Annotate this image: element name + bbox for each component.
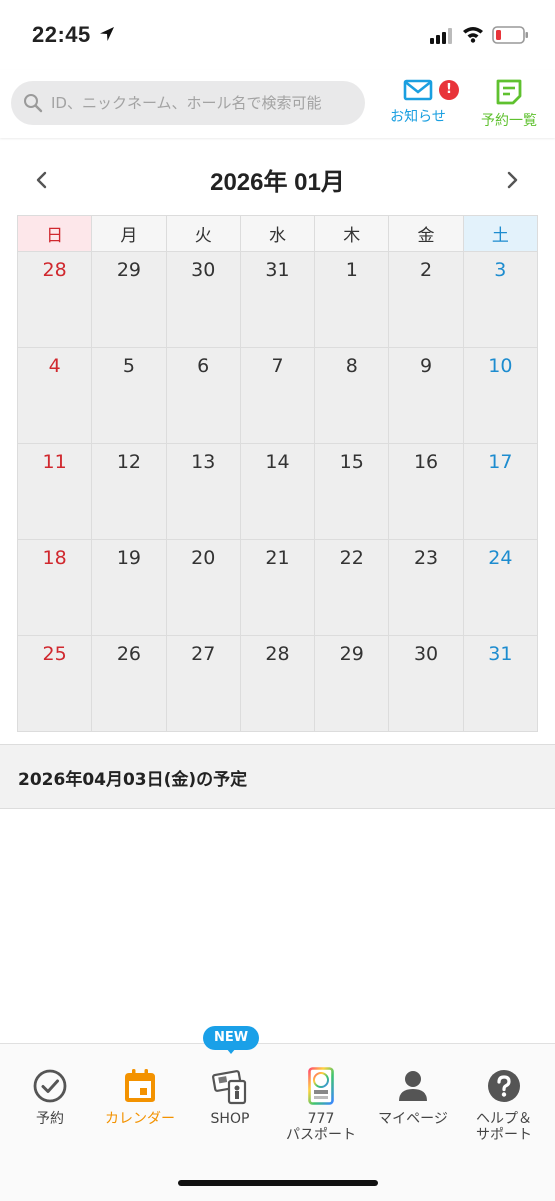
tab-passport-label-line1: 777 <box>307 1111 335 1127</box>
tab-help-label-line2: サポート <box>476 1127 532 1143</box>
reservation-list-label: 予約一覧 <box>481 113 537 129</box>
search-input[interactable] <box>51 81 356 125</box>
tab-passport[interactable]: 777 パスポート <box>275 1066 367 1143</box>
calendar-day-cell[interactable]: 29 <box>91 251 167 348</box>
calendar-day-cell[interactable]: 22 <box>314 539 390 636</box>
battery-low-icon <box>492 26 528 44</box>
tab-passport-label-line2: パスポート <box>286 1127 356 1143</box>
calendar-grid: 日 月 火 水 木 金 土 28 29 30 31 1 2 3 4 5 6 7 … <box>16 215 539 732</box>
month-title: 2026年 01月 <box>210 169 345 196</box>
weekday-friday: 金 <box>388 215 464 252</box>
next-month-chevron-icon[interactable] <box>500 168 524 192</box>
tab-reservation[interactable]: 予約 <box>4 1066 96 1127</box>
calendar-day-cell[interactable]: 6 <box>165 347 241 444</box>
calendar-week-row: 18 19 20 21 22 23 24 <box>16 539 539 636</box>
status-bar: 22:45 <box>0 0 555 70</box>
calendar-day-cell[interactable]: 26 <box>91 635 167 732</box>
wifi-icon <box>463 27 483 43</box>
calendar-day-cell[interactable]: 21 <box>239 539 316 636</box>
calendar-day-cell[interactable]: 9 <box>388 347 464 444</box>
weekday-sunday: 日 <box>16 215 93 252</box>
tab-mypage[interactable]: マイページ <box>367 1066 459 1127</box>
calendar-day-cell[interactable]: 11 <box>16 443 93 540</box>
notice-badge: ! <box>439 80 459 100</box>
weekday-monday: 月 <box>91 215 167 252</box>
calendar-day-cell[interactable]: 31 <box>462 635 539 732</box>
calendar-day-cell[interactable]: 24 <box>462 539 539 636</box>
schedule-section-header: 2026年04月03日(金)の予定 <box>0 744 555 809</box>
calendar-week-row: 25 26 27 28 29 30 31 <box>16 635 539 732</box>
reservation-list-button[interactable]: 予約一覧 <box>470 78 548 130</box>
calendar-week-row: 11 12 13 14 15 16 17 <box>16 443 539 540</box>
tab-help-support[interactable]: ヘルプ＆ サポート <box>458 1066 550 1143</box>
calendar-day-cell[interactable]: 16 <box>388 443 464 540</box>
calendar-day-cell[interactable]: 10 <box>462 347 539 444</box>
calendar-day-cell[interactable]: 14 <box>239 443 316 540</box>
calendar-day-cell[interactable]: 28 <box>239 635 316 732</box>
tab-shop-label: SHOP <box>210 1111 250 1127</box>
weekday-header-row: 日 月 火 水 木 金 土 <box>16 215 539 252</box>
weekday-tuesday: 火 <box>165 215 241 252</box>
calendar-day-cell[interactable]: 8 <box>314 347 390 444</box>
calendar-day-cell[interactable]: 13 <box>165 443 241 540</box>
calendar-day-cell[interactable]: 27 <box>165 635 241 732</box>
calendar-day-cell[interactable]: 17 <box>462 443 539 540</box>
calendar-day-cell[interactable]: 30 <box>165 251 241 348</box>
calendar-day-cell[interactable]: 7 <box>239 347 316 444</box>
calendar-day-cell[interactable]: 31 <box>239 251 316 348</box>
calendar-day-cell[interactable]: 30 <box>388 635 464 732</box>
note-list-icon <box>496 79 522 105</box>
calendar-week-row: 4 5 6 7 8 9 10 <box>16 347 539 444</box>
check-circle-icon <box>33 1069 67 1103</box>
weekday-saturday: 土 <box>462 215 539 252</box>
weekday-wednesday: 水 <box>239 215 316 252</box>
mail-icon <box>403 79 433 101</box>
calendar-icon <box>125 1069 155 1102</box>
calendar-day-cell[interactable]: 2 <box>388 251 464 348</box>
passport-icon <box>308 1067 334 1105</box>
calendar-day-cell[interactable]: 19 <box>91 539 167 636</box>
bottom-tab-bar: 予約 カレンダー SHOP 777 パスポート マイページ ヘルプ＆ サポート <box>0 1043 555 1201</box>
calendar-day-cell[interactable]: 5 <box>91 347 167 444</box>
notice-label: お知らせ <box>390 109 446 125</box>
calendar-day-cell[interactable]: 28 <box>16 251 93 348</box>
help-icon <box>488 1070 520 1102</box>
calendar-day-cell[interactable]: 25 <box>16 635 93 732</box>
home-indicator[interactable] <box>178 1180 378 1186</box>
tab-mypage-label: マイページ <box>378 1111 448 1127</box>
location-arrow-icon <box>100 27 114 41</box>
top-bar: お知らせ 予約一覧 <box>0 70 555 138</box>
shop-tickets-icon <box>212 1070 247 1105</box>
weekday-thursday: 木 <box>314 215 390 252</box>
calendar-day-cell[interactable]: 12 <box>91 443 167 540</box>
calendar-day-cell[interactable]: 1 <box>314 251 390 348</box>
new-badge: NEW <box>203 1026 259 1054</box>
calendar-day-cell[interactable]: 4 <box>16 347 93 444</box>
tab-reservation-label: 予約 <box>36 1111 64 1127</box>
cellular-signal-icon <box>430 28 452 44</box>
status-time: 22:45 <box>32 22 91 47</box>
calendar-week-row: 28 29 30 31 1 2 3 <box>16 251 539 348</box>
calendar-day-cell[interactable]: 3 <box>462 251 539 348</box>
schedule-heading: 2026年04月03日(金)の予定 <box>18 770 248 790</box>
person-icon <box>399 1071 427 1101</box>
search-icon <box>24 94 43 113</box>
calendar-day-cell[interactable]: 18 <box>16 539 93 636</box>
tab-shop[interactable]: SHOP <box>184 1066 276 1127</box>
tab-help-label-line1: ヘルプ＆ <box>476 1111 532 1127</box>
calendar-day-cell[interactable]: 20 <box>165 539 241 636</box>
calendar-day-cell[interactable]: 23 <box>388 539 464 636</box>
tab-calendar[interactable]: カレンダー <box>94 1066 186 1127</box>
month-navigation: 2026年 01月 <box>0 150 555 208</box>
calendar-day-cell[interactable]: 15 <box>314 443 390 540</box>
search-box[interactable] <box>11 81 365 125</box>
tab-calendar-label: カレンダー <box>105 1111 175 1127</box>
calendar-day-cell[interactable]: 29 <box>314 635 390 732</box>
